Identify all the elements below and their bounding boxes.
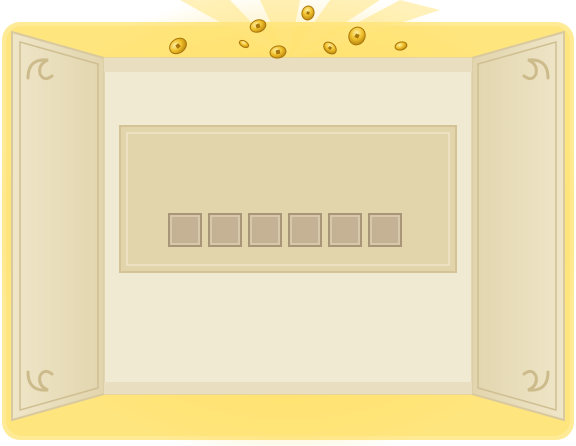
code-slot-4[interactable] <box>288 213 322 247</box>
code-slot-3[interactable] <box>248 213 282 247</box>
code-panel <box>119 125 457 273</box>
code-slot-row <box>168 213 408 249</box>
code-slot-5[interactable] <box>328 213 362 247</box>
right-flap <box>471 30 565 422</box>
envelope-reward-screen <box>0 0 576 446</box>
code-slot-2[interactable] <box>208 213 242 247</box>
left-flap <box>11 30 105 422</box>
code-slot-1[interactable] <box>168 213 202 247</box>
code-slot-6[interactable] <box>368 213 402 247</box>
